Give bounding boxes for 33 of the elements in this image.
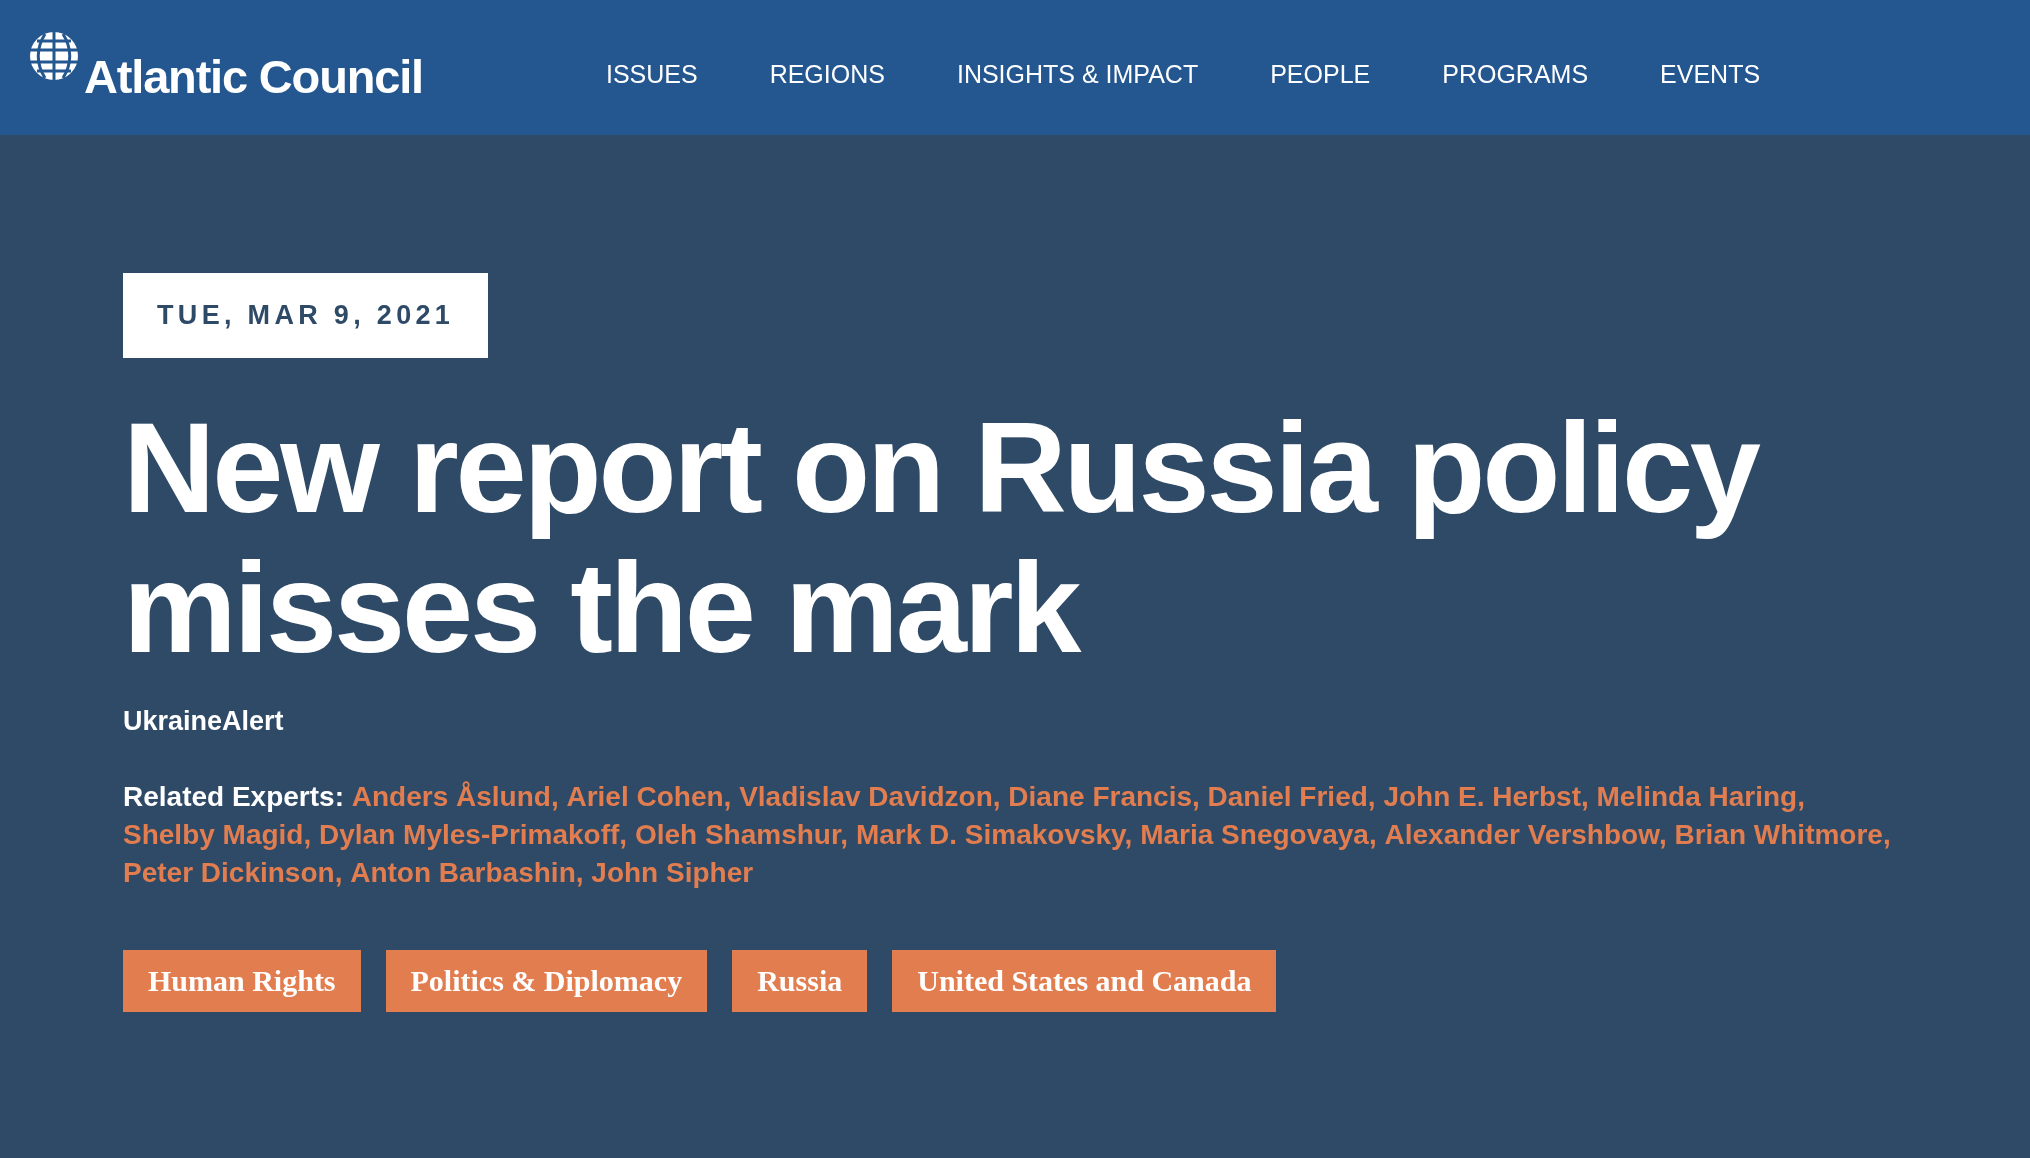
expert-link[interactable]: Peter Dickinson, [123, 856, 343, 888]
topic-tag[interactable]: United States and Canada [892, 949, 1277, 1012]
topic-tag[interactable]: Politics & Diplomacy [385, 949, 708, 1012]
expert-link[interactable]: John Sipher [591, 856, 754, 888]
expert-link[interactable]: Melinda Haring, [1596, 780, 1805, 812]
expert-link[interactable]: Maria Snegovaya, [1140, 818, 1377, 850]
expert-link[interactable]: Oleh Shamshur, [634, 818, 849, 850]
expert-link[interactable]: John E. Herbst, [1383, 780, 1589, 812]
nav-link[interactable]: REGIONS [769, 62, 885, 87]
date-label: TUE, MAR 9, 2021 [123, 273, 489, 358]
topic-tag[interactable]: Russia [732, 949, 868, 1012]
expert-link[interactable]: Anders Åslund, [351, 780, 559, 812]
expert-link[interactable]: Mark D. Simakovsky, [855, 818, 1133, 850]
nav-link[interactable]: INSIGHTS & IMPACT [956, 62, 1199, 87]
expert-link[interactable]: Shelby Magid, [123, 818, 312, 850]
nav-link[interactable]: EVENTS [1660, 62, 1761, 87]
article-title: New report on Russia policy misses the mark [123, 397, 1761, 680]
expert-link[interactable]: Dylan Myles-Primakoff, [319, 818, 628, 850]
expert-link[interactable]: Alexander Vershbow, [1384, 818, 1667, 850]
expert-link[interactable]: Anton Barbashin, [350, 856, 584, 888]
nav-link[interactable]: ISSUES [605, 62, 698, 87]
expert-link[interactable]: Diane Francis, [1008, 780, 1200, 812]
expert-link[interactable]: Brian Whitmore, [1674, 818, 1891, 850]
series-link[interactable]: UkraineAlert [123, 701, 1950, 742]
globe-logo-icon [28, 30, 80, 82]
nav-link[interactable]: PEOPLE [1270, 62, 1371, 87]
expert-link[interactable]: Daniel Fried, [1207, 780, 1376, 812]
nav-link[interactable]: PROGRAMS [1442, 62, 1589, 87]
related-experts-label: Related Experts: [123, 780, 344, 812]
expert-link[interactable]: Vladislav Davidzon, [739, 780, 1001, 812]
expert-link[interactable]: Ariel Cohen, [566, 780, 732, 812]
site-logo-text[interactable]: Atlantic Council [84, 42, 423, 113]
topic-tag[interactable]: Human Rights [123, 949, 361, 1012]
